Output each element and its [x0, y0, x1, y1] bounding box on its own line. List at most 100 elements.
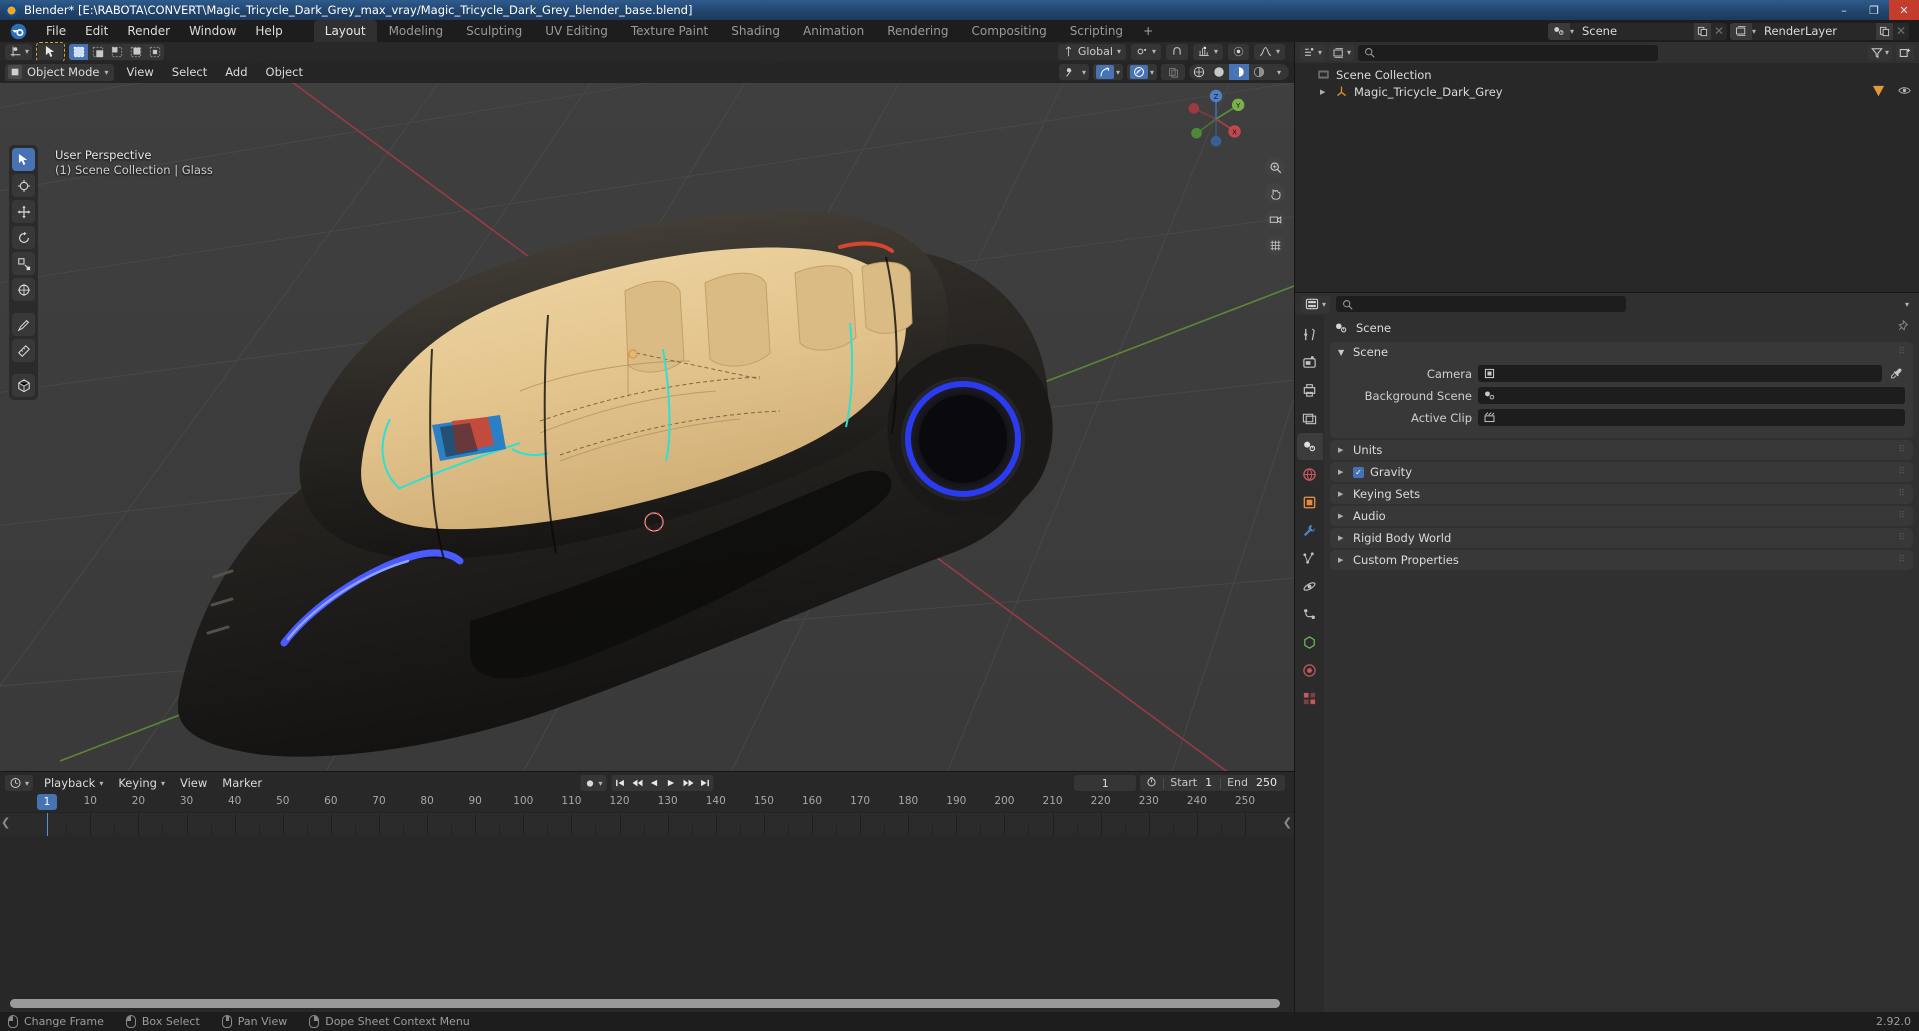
pivot-point-selector[interactable]: ▾: [1130, 43, 1161, 60]
close-button[interactable]: ✕: [1889, 0, 1919, 20]
panel-expand-triangle-icon[interactable]: ▶: [1338, 468, 1347, 476]
object-visibility-icon[interactable]: [1062, 65, 1080, 79]
viewport-menu-add[interactable]: Add: [217, 62, 255, 82]
display-mode-chevron-down-icon[interactable]: ▾: [1347, 48, 1351, 57]
viewport-menu-select[interactable]: Select: [164, 62, 215, 82]
timeline-editor[interactable]: ▾ Playback ▾ Keying ▾ View Marker ▾ 1 St…: [0, 772, 1294, 1012]
view-layer-selector[interactable]: ▾ RenderLayer ✕: [1729, 22, 1909, 40]
properties-options-chevron-down-icon[interactable]: ▾: [1905, 300, 1913, 309]
shading-wireframe-button[interactable]: [1189, 64, 1209, 80]
minimize-button[interactable]: –: [1829, 0, 1859, 20]
tab-shading[interactable]: Shading: [720, 20, 791, 42]
pivot-chevron-down-icon[interactable]: ▾: [1152, 47, 1156, 56]
visibility-eye-icon[interactable]: [1898, 85, 1911, 99]
panel-divider-horizontal[interactable]: [1295, 292, 1919, 293]
properties-tab-object[interactable]: [1297, 489, 1323, 516]
unlink-scene-icon[interactable]: ✕: [1711, 23, 1727, 40]
timeline-right-arrow-icon[interactable]: ❮: [1283, 816, 1292, 829]
mode-chevron-down-icon[interactable]: ▾: [104, 68, 108, 77]
select-subtract-button[interactable]: [107, 44, 126, 60]
tab-layout[interactable]: Layout: [313, 20, 377, 42]
falloff-selector[interactable]: ▾: [1253, 43, 1285, 60]
camera-field[interactable]: [1478, 365, 1882, 382]
gizmo-selector[interactable]: ▾: [1092, 64, 1123, 80]
panel-grip-icon[interactable]: ⠿: [1898, 489, 1905, 499]
tab-uv-editing[interactable]: UV Editing: [534, 20, 619, 42]
rigid-body-world-panel-header[interactable]: ▶ Rigid Body World ⠿: [1330, 528, 1913, 548]
proportional-connected-toggle[interactable]: [1227, 43, 1249, 60]
shading-rendered-button[interactable]: [1249, 64, 1269, 80]
panel-grip-icon[interactable]: ⠿: [1898, 445, 1905, 455]
xray-toggle[interactable]: [1161, 64, 1185, 80]
pin-icon[interactable]: [1896, 319, 1909, 336]
timeline-menu-playback[interactable]: Playback ▾: [37, 773, 110, 793]
interaction-mode-selector[interactable]: Object Mode ▾: [5, 63, 115, 81]
viewport-menu-object[interactable]: Object: [258, 62, 311, 82]
keying-sets-panel-header[interactable]: ▶ Keying Sets ⠿: [1330, 484, 1913, 504]
scene-name[interactable]: Scene: [1573, 22, 1694, 40]
select-intersect-button[interactable]: [145, 44, 164, 60]
next-keyframe-button[interactable]: [680, 775, 697, 791]
overlays-toggle-icon[interactable]: [1129, 65, 1148, 79]
outliner-editor-chevron-down-icon[interactable]: ▾: [1318, 48, 1322, 57]
units-panel-header[interactable]: ▶ Units ⠿: [1330, 440, 1913, 460]
properties-tab-view-layer[interactable]: [1297, 405, 1323, 432]
filter-chevron-down-icon[interactable]: ▾: [1885, 48, 1889, 57]
properties-editor-chevron-down-icon[interactable]: ▾: [1322, 300, 1326, 309]
unlink-view-layer-icon[interactable]: ✕: [1893, 23, 1909, 40]
properties-search-input[interactable]: [1336, 296, 1627, 312]
background-scene-field[interactable]: [1478, 387, 1905, 404]
panel-grip-icon[interactable]: ⠿: [1898, 347, 1905, 357]
proportional-editing-selector[interactable]: ▾: [1192, 43, 1223, 60]
new-view-layer-icon[interactable]: [1876, 22, 1893, 40]
properties-tab-output[interactable]: [1297, 377, 1323, 404]
timeline-track-area[interactable]: [0, 812, 1294, 836]
keying-chevron-down-icon[interactable]: ▾: [161, 779, 165, 788]
scene-panel-header[interactable]: ▼ Scene ⠿: [1330, 342, 1913, 362]
timeline-editor-type-selector[interactable]: ▾: [5, 775, 34, 791]
playback-chevron-down-icon[interactable]: ▾: [99, 779, 103, 788]
menu-edit[interactable]: Edit: [76, 21, 117, 41]
panel-grip-icon[interactable]: ⠿: [1898, 555, 1905, 565]
transform-orientation-selector[interactable]: Global ▾: [1057, 43, 1126, 60]
timeline-menu-marker[interactable]: Marker: [215, 773, 269, 793]
move-tool-button[interactable]: [12, 200, 35, 223]
outliner-search-input[interactable]: [1358, 44, 1659, 61]
pan-icon[interactable]: [1265, 183, 1285, 203]
shading-material-preview-button[interactable]: [1229, 64, 1249, 80]
timeline-menu-keying[interactable]: Keying ▾: [111, 773, 172, 793]
tab-compositing[interactable]: Compositing: [960, 20, 1057, 42]
add-cube-tool-button[interactable]: [12, 374, 35, 397]
tab-texture-paint[interactable]: Texture Paint: [620, 20, 719, 42]
maximize-button[interactable]: ❐: [1859, 0, 1889, 20]
gizmo-toggle-icon[interactable]: [1095, 65, 1114, 79]
camera-eyedropper-icon[interactable]: [1888, 367, 1905, 380]
panel-expand-triangle-icon[interactable]: ▶: [1338, 446, 1347, 454]
end-frame-value[interactable]: 250: [1254, 775, 1285, 791]
timeline-divider[interactable]: [0, 771, 1294, 772]
outliner-row-scene-collection[interactable]: Scene Collection: [1295, 66, 1919, 83]
outliner-editor[interactable]: ▾ ▾ ▾ Scene Collection ▶ Magic_Tricycle_…: [1295, 42, 1919, 292]
tab-scripting[interactable]: Scripting: [1059, 20, 1134, 42]
tweak-select-tool-icon[interactable]: [41, 44, 60, 60]
select-invert-button[interactable]: [126, 44, 145, 60]
properties-editor-type-selector[interactable]: ▾: [1301, 295, 1331, 313]
menu-render[interactable]: Render: [118, 21, 179, 41]
gravity-panel-header[interactable]: ▶ ✓ Gravity ⠿: [1330, 462, 1913, 482]
previous-keyframe-button[interactable]: [629, 775, 646, 791]
3d-viewport[interactable]: Object Mode ▾ View Select Add Object ▾ ▾…: [0, 61, 1294, 772]
properties-tab-material[interactable]: [1297, 657, 1323, 684]
properties-tab-modifiers[interactable]: [1297, 517, 1323, 544]
start-frame-value[interactable]: 1: [1203, 775, 1220, 791]
properties-editor[interactable]: ▾ ▾ Scene ▼ Scene ⠿ Camera Background Sc…: [1295, 293, 1919, 1012]
cursor-tool-button[interactable]: [12, 174, 35, 197]
blender-logo-icon[interactable]: [10, 23, 27, 40]
outliner-editor-type-selector[interactable]: ▾: [1300, 44, 1326, 61]
transform-tool-button[interactable]: [12, 278, 35, 301]
timeline-left-arrow-icon[interactable]: ❮: [1, 816, 10, 829]
audio-panel-header[interactable]: ▶ Audio ⠿: [1330, 506, 1913, 526]
gizmo-chevron-down-icon[interactable]: ▾: [1116, 68, 1120, 77]
new-scene-icon[interactable]: [1693, 22, 1711, 40]
use-preview-range-icon[interactable]: [1140, 775, 1163, 791]
menu-help[interactable]: Help: [246, 21, 291, 41]
